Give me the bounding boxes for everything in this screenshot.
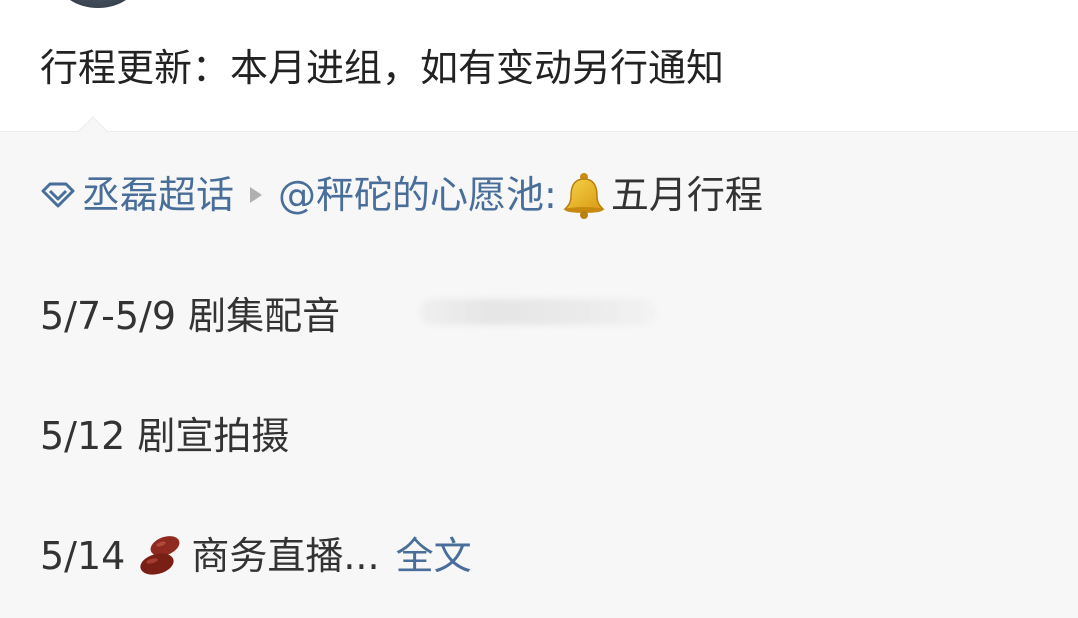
avatar[interactable] xyxy=(58,0,138,8)
weibo-post: 行程更新：本月进组，如有变动另行通知 丞磊超话 @秤砣的心愿池: 五月行程 5/… xyxy=(0,0,1078,618)
repost-notch xyxy=(77,116,109,148)
repost-card[interactable]: 丞磊超话 @秤砣的心愿池: 五月行程 5/7-5/9 剧集配音 5/12 剧宣拍… xyxy=(0,116,1078,618)
schedule-text: 5/12 剧宣拍摄 xyxy=(40,414,290,458)
schedule-line: 5/14 商务直播... 全文 xyxy=(40,531,472,581)
schedule-line: 5/7-5/9 剧集配音 xyxy=(40,291,340,341)
full-text-link[interactable]: 全文 xyxy=(396,531,472,581)
repost-source-line: 丞磊超话 @秤砣的心愿池: 五月行程 xyxy=(40,170,763,220)
schedule-line: 5/12 剧宣拍摄 xyxy=(40,411,289,461)
diamond-icon xyxy=(40,182,76,208)
bell-icon xyxy=(559,170,609,220)
triangle-right-icon xyxy=(250,187,263,203)
bean-icon xyxy=(135,534,185,578)
schedule-date: 5/14 xyxy=(40,534,126,578)
post-text: 行程更新：本月进组，如有变动另行通知 xyxy=(40,46,725,90)
mention-link[interactable]: @秤砣的心愿池: xyxy=(278,170,557,220)
topic-link[interactable]: 丞磊超话 xyxy=(82,170,234,220)
blurred-region xyxy=(420,299,656,325)
schedule-text: 商务直播... xyxy=(191,534,380,578)
repost-title: 五月行程 xyxy=(610,173,763,217)
schedule-text: 5/7-5/9 剧集配音 xyxy=(40,294,341,338)
